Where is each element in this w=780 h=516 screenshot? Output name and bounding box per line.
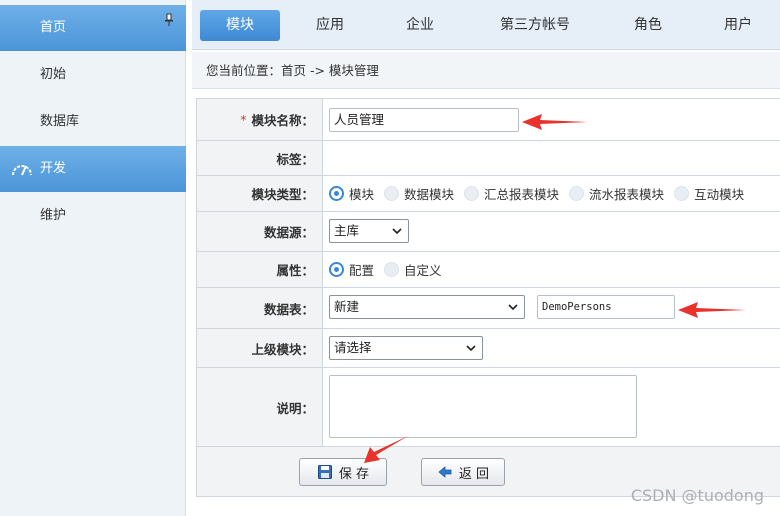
- tab-role[interactable]: 角色: [608, 10, 688, 41]
- tab-bar: 模块 应用 企业 第三方帐号 角色 用户: [192, 0, 780, 50]
- parent-module-label: 上级模块：: [197, 329, 323, 367]
- radio-config[interactable]: 配置: [329, 260, 374, 279]
- radio-unchecked-icon: [674, 186, 690, 201]
- annotation-arrow-icon: [364, 436, 408, 463]
- data-table-select[interactable]: 新建: [329, 295, 525, 319]
- data-table-name-input[interactable]: DemoPersons: [537, 295, 675, 319]
- module-name-label: * 模块名称：: [197, 99, 323, 140]
- data-source-select[interactable]: 主库: [329, 219, 409, 243]
- radio-unchecked-icon: [384, 262, 400, 277]
- row-parent-module: 上级模块： 请选择: [197, 329, 780, 368]
- radio-module[interactable]: 模块: [329, 184, 374, 203]
- radio-checked-icon: [329, 262, 344, 277]
- sidebar-item-init[interactable]: 初始: [0, 52, 186, 98]
- radio-unchecked-icon: [569, 186, 585, 201]
- sidebar-item-label: 维护: [40, 208, 67, 223]
- sidebar: 首页 初始 数据库 开发 维护: [0, 0, 186, 516]
- tab-application[interactable]: 应用: [290, 10, 370, 41]
- description-textarea[interactable]: [329, 375, 637, 438]
- module-name-input[interactable]: 人员管理: [329, 108, 519, 132]
- watermark: CSDN @tuodong: [630, 486, 764, 505]
- annotation-arrow-icon: [522, 114, 588, 130]
- chevron-down-icon: [392, 228, 402, 235]
- radio-unchecked-icon: [464, 186, 480, 201]
- sidebar-item-database[interactable]: 数据库: [0, 99, 186, 145]
- module-type-label: 模块类型：: [197, 176, 323, 211]
- tab-enterprise[interactable]: 企业: [380, 10, 460, 41]
- sidebar-item-maintain[interactable]: 维护: [0, 193, 186, 239]
- sidebar-item-develop[interactable]: 开发: [0, 146, 186, 192]
- sidebar-item-label: 首页: [40, 20, 67, 35]
- radio-data-module[interactable]: 数据模块: [384, 184, 454, 203]
- required-mark: *: [240, 112, 247, 127]
- tags-label: 标签：: [197, 141, 323, 175]
- row-module-name: * 模块名称： 人员管理: [197, 99, 780, 141]
- sidebar-item-label: 初始: [40, 67, 67, 82]
- row-description: 说明：: [197, 368, 780, 447]
- attribute-radio-group: 配置 自定义: [329, 252, 452, 287]
- sidebar-item-label: 数据库: [40, 114, 80, 129]
- row-data-source: 数据源： 主库: [197, 212, 780, 252]
- pin-icon[interactable]: [162, 13, 176, 27]
- breadcrumb: 您当前位置：首页 -> 模块管理: [192, 52, 780, 89]
- floppy-disk-icon: [317, 465, 332, 479]
- radio-interactive-module[interactable]: 互动模块: [674, 184, 744, 203]
- back-button[interactable]: 返 回: [421, 458, 505, 486]
- sidebar-item-home[interactable]: 首页: [0, 5, 186, 51]
- speedometer-icon: [10, 146, 34, 192]
- chevron-down-icon: [508, 304, 518, 311]
- row-attribute: 属性： 配置 自定义: [197, 252, 780, 288]
- radio-summary-report-module[interactable]: 汇总报表模块: [464, 184, 559, 203]
- arrow-left-icon: [438, 466, 452, 478]
- radio-unchecked-icon: [384, 186, 400, 201]
- data-source-label: 数据源：: [197, 212, 323, 251]
- data-table-label: 数据表：: [197, 288, 323, 328]
- tab-user[interactable]: 用户: [698, 10, 778, 41]
- parent-module-select[interactable]: 请选择: [329, 336, 483, 360]
- module-type-radio-group: 模块 数据模块 汇总报表模块 流水报表模块 互动模块: [329, 176, 754, 211]
- module-form: * 模块名称： 人员管理 标签： 模块类型： 模块 数据模块 汇总报表模块 流水…: [196, 98, 780, 497]
- description-label: 说明：: [197, 368, 323, 446]
- row-tags: 标签：: [197, 141, 780, 176]
- radio-custom[interactable]: 自定义: [384, 260, 442, 279]
- tags-field[interactable]: [323, 141, 780, 175]
- chevron-down-icon: [466, 345, 476, 352]
- annotation-arrow-icon: [678, 302, 746, 318]
- radio-flow-report-module[interactable]: 流水报表模块: [569, 184, 664, 203]
- sidebar-item-label: 开发: [40, 161, 67, 176]
- attribute-label: 属性：: [197, 252, 323, 287]
- row-module-type: 模块类型： 模块 数据模块 汇总报表模块 流水报表模块 互动模块: [197, 176, 780, 212]
- tab-module[interactable]: 模块: [200, 10, 280, 41]
- tab-third-party-account[interactable]: 第三方帐号: [482, 10, 588, 41]
- radio-checked-icon: [329, 186, 344, 201]
